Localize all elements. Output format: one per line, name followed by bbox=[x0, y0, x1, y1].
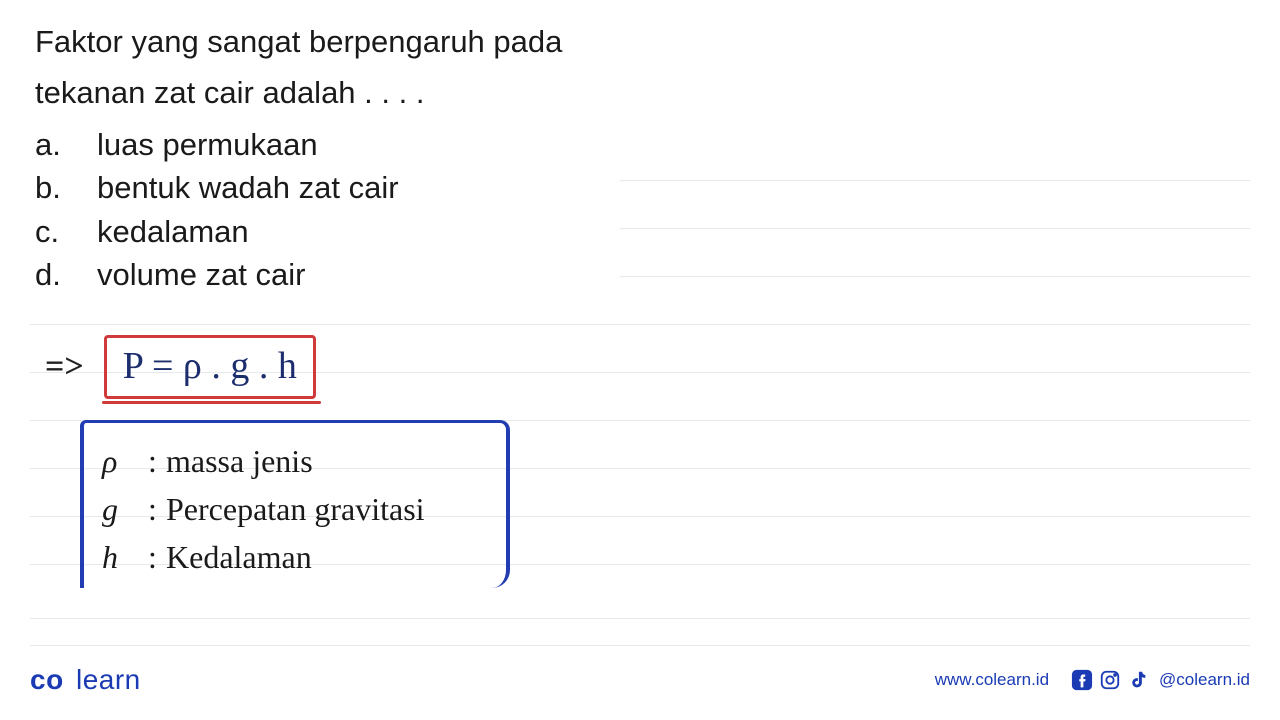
legend-colon: : bbox=[148, 485, 166, 533]
social-handle: @colearn.id bbox=[1159, 670, 1250, 690]
footer-right: www.colearn.id @colearn.id bbox=[935, 669, 1250, 691]
formula-row: => P = ρ . g . h bbox=[45, 335, 316, 399]
option-text: luas permukaan bbox=[97, 123, 318, 166]
legend-g: g : Percepatan gravitasi bbox=[102, 485, 488, 533]
implies-arrow: => bbox=[45, 348, 84, 386]
tiktok-icon bbox=[1127, 669, 1149, 691]
formula-box: P = ρ . g . h bbox=[104, 335, 316, 399]
instagram-icon bbox=[1099, 669, 1121, 691]
legend-rho: ρ : massa jenis bbox=[102, 437, 488, 485]
legend-colon: : bbox=[148, 533, 166, 581]
option-letter: a. bbox=[35, 123, 97, 166]
social-icons: @colearn.id bbox=[1071, 669, 1250, 691]
legend-box: ρ : massa jenis g : Percepatan gravitasi… bbox=[80, 420, 510, 588]
legend-label: massa jenis bbox=[166, 437, 313, 485]
legend-symbol: ρ bbox=[102, 437, 148, 485]
question-prompt-line-2: tekanan zat cair adalah . . . . bbox=[35, 71, 1245, 114]
legend-symbol: h bbox=[102, 533, 148, 581]
brand-logo: co learn bbox=[30, 664, 141, 696]
logo-dot bbox=[66, 664, 74, 695]
option-a: a. luas permukaan bbox=[35, 123, 1245, 166]
legend-h: h : Kedalaman bbox=[102, 533, 488, 581]
footer: co learn www.colearn.id @colearn.id bbox=[30, 645, 1250, 696]
formula-underline bbox=[102, 401, 321, 404]
logo-learn: learn bbox=[76, 664, 141, 695]
formula-expression: P = ρ . g . h bbox=[123, 345, 297, 387]
footer-url: www.colearn.id bbox=[935, 670, 1049, 690]
legend-label: Percepatan gravitasi bbox=[166, 485, 425, 533]
question-prompt-line-1: Faktor yang sangat berpengaruh pada bbox=[35, 20, 1245, 63]
facebook-icon bbox=[1071, 669, 1093, 691]
legend-symbol: g bbox=[102, 485, 148, 533]
legend-label: Kedalaman bbox=[166, 533, 312, 581]
logo-co: co bbox=[30, 664, 64, 695]
legend-colon: : bbox=[148, 437, 166, 485]
